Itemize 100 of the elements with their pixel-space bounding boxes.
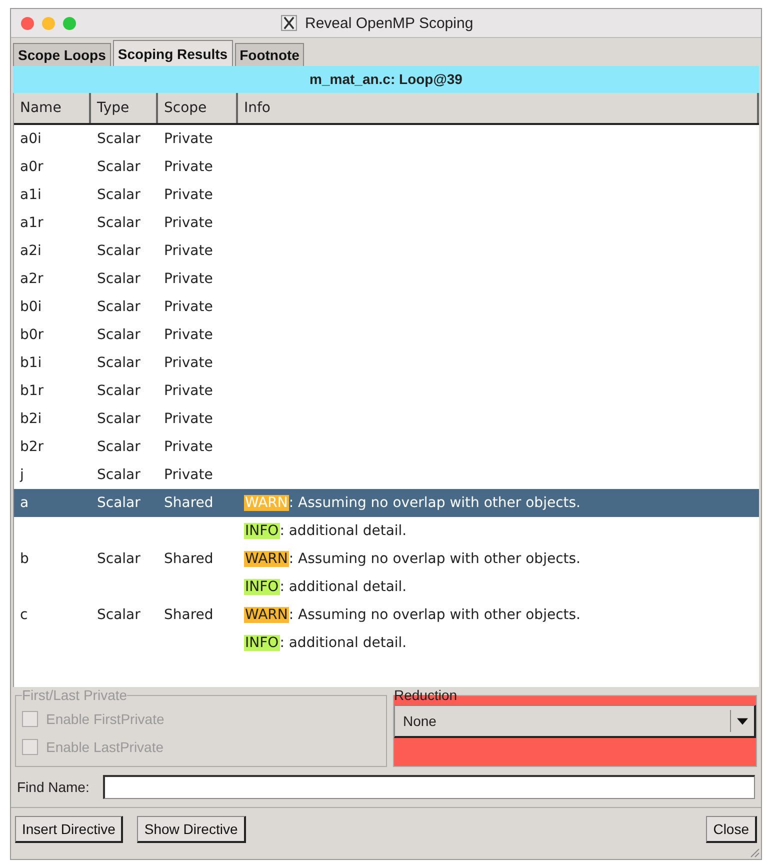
table-cell: Shared (164, 607, 214, 623)
table-cell: b2i (20, 411, 42, 427)
table-cell: c (20, 607, 28, 623)
table-row[interactable]: INFO: additional detail. (14, 629, 759, 657)
table-cell: Private (164, 467, 213, 483)
info-message: : Assuming no overlap with other objects. (288, 495, 581, 511)
table-cell: Private (164, 187, 213, 203)
reduction-dropdown[interactable]: None (394, 705, 756, 738)
info-message: : Assuming no overlap with other objects. (288, 607, 581, 623)
table-row[interactable]: a2r Scalar Private (14, 265, 759, 293)
group-title: First/Last Private (22, 687, 128, 703)
table-cell: Scalar (97, 495, 140, 511)
table-row[interactable]: b2i Scalar Private (14, 405, 759, 433)
table-cell: Private (164, 383, 213, 399)
close-window-button[interactable] (21, 16, 34, 30)
table-row[interactable]: b1i Scalar Private (14, 349, 759, 377)
table-cell: Scalar (97, 355, 140, 371)
severity-tag: INFO (244, 579, 280, 595)
table-cell: Private (164, 439, 213, 455)
table-cell: a (20, 495, 29, 511)
table-cell: b (20, 551, 29, 567)
table-row[interactable]: c Scalar Shared WARN: Assuming no overlap with other objects. (14, 601, 759, 629)
table-row[interactable]: a0r Scalar Private (14, 153, 759, 181)
table-cell: Scalar (97, 215, 140, 231)
zoom-window-button[interactable] (63, 16, 76, 30)
window-title: Reveal OpenMP Scoping (305, 14, 474, 32)
table-cell: b1i (20, 355, 42, 371)
table-cell: a1i (20, 187, 42, 203)
table-row[interactable]: b2r Scalar Private (14, 433, 759, 461)
checkbox-label: Enable LastPrivate (46, 739, 164, 755)
table-row[interactable]: a1r Scalar Private (14, 209, 759, 237)
table-row[interactable]: a1i Scalar Private (14, 181, 759, 209)
table-cell: j (20, 467, 24, 483)
table-cell: Scalar (97, 607, 140, 623)
table-cell: Scalar (97, 411, 140, 427)
find-name-field[interactable] (103, 775, 755, 799)
x11-icon (281, 15, 297, 31)
table-cell: Scalar (97, 383, 140, 399)
column-header[interactable]: Name (14, 93, 91, 123)
column-header[interactable]: Info (238, 93, 759, 123)
table-row[interactable]: b0r Scalar Private (14, 321, 759, 349)
table-cell: Scalar (97, 187, 140, 203)
table-cell: Scalar (97, 299, 140, 315)
column-header[interactable]: Scope (158, 93, 238, 123)
table-cell: Scalar (97, 439, 140, 455)
tab[interactable]: Footnote (234, 43, 304, 66)
directive-button[interactable]: Show Directive (137, 816, 246, 843)
resize-grip-icon (748, 846, 760, 858)
table-row[interactable]: a Scalar Shared WARN: Assuming no overlap with other objects. (14, 489, 759, 517)
tab[interactable]: Scope Loops (13, 43, 111, 66)
table-cell: a2i (20, 243, 42, 259)
info-message: : Assuming no overlap with other objects. (288, 551, 581, 567)
table-cell: Scalar (97, 551, 140, 567)
table-cell: Private (164, 411, 213, 427)
table-row[interactable]: b Scalar Shared WARN: Assuming no overlap with other objects. (14, 545, 759, 573)
table-cell: b0i (20, 299, 42, 315)
table-cell: a0r (20, 159, 44, 175)
table-cell: Private (164, 299, 213, 315)
severity-tag: INFO (244, 635, 280, 651)
table-cell: Private (164, 159, 213, 175)
severity-tag: INFO (244, 523, 280, 539)
table-cell: Private (164, 271, 213, 287)
table-cell: Scalar (97, 243, 140, 259)
table-cell: Scalar (97, 327, 140, 343)
severity-tag: WARN (244, 607, 289, 623)
find-label: Find Name: (17, 779, 90, 795)
table-row[interactable]: INFO: additional detail. (14, 517, 759, 545)
table-row[interactable]: INFO: additional detail. (14, 573, 759, 601)
table-cell: Private (164, 327, 213, 343)
table-cell: Shared (164, 551, 214, 567)
table-row[interactable]: j Scalar Private (14, 461, 759, 489)
minimize-window-button[interactable] (42, 16, 55, 30)
table-row[interactable]: a2i Scalar Private (14, 237, 759, 265)
tab[interactable]: Scoping Results (112, 40, 233, 66)
dropdown-arrow-icon (737, 718, 748, 724)
loop-banner: m_mat_an.c: Loop@39 (13, 66, 759, 93)
table-cell: b0r (20, 327, 44, 343)
table-cell: b2r (20, 439, 44, 455)
table-cell: b1r (20, 383, 44, 399)
table-cell: Private (164, 355, 213, 371)
table-cell: Private (164, 131, 213, 147)
table-cell: Private (164, 215, 213, 231)
severity-tag: WARN (244, 551, 289, 567)
table-cell: Scalar (97, 131, 140, 147)
table-cell: a1r (20, 215, 44, 231)
table-cell: a0i (20, 131, 42, 147)
column-header[interactable]: Type (91, 93, 158, 123)
table-row[interactable]: b0i Scalar Private (14, 293, 759, 321)
table-cell: Shared (164, 495, 214, 511)
table-cell: a2r (20, 271, 44, 287)
table-cell: Scalar (97, 467, 140, 483)
info-message: : additional detail. (280, 635, 407, 651)
table-cell: Scalar (97, 271, 140, 287)
close-button[interactable]: Close (706, 816, 757, 843)
table-row[interactable]: a0i Scalar Private (14, 125, 759, 153)
checkbox-label: Enable FirstPrivate (46, 711, 164, 727)
directive-button[interactable]: Insert Directive (15, 816, 124, 843)
info-message: : additional detail. (280, 579, 407, 595)
table-row[interactable]: b1r Scalar Private (14, 377, 759, 405)
table-cell: Scalar (97, 159, 140, 175)
